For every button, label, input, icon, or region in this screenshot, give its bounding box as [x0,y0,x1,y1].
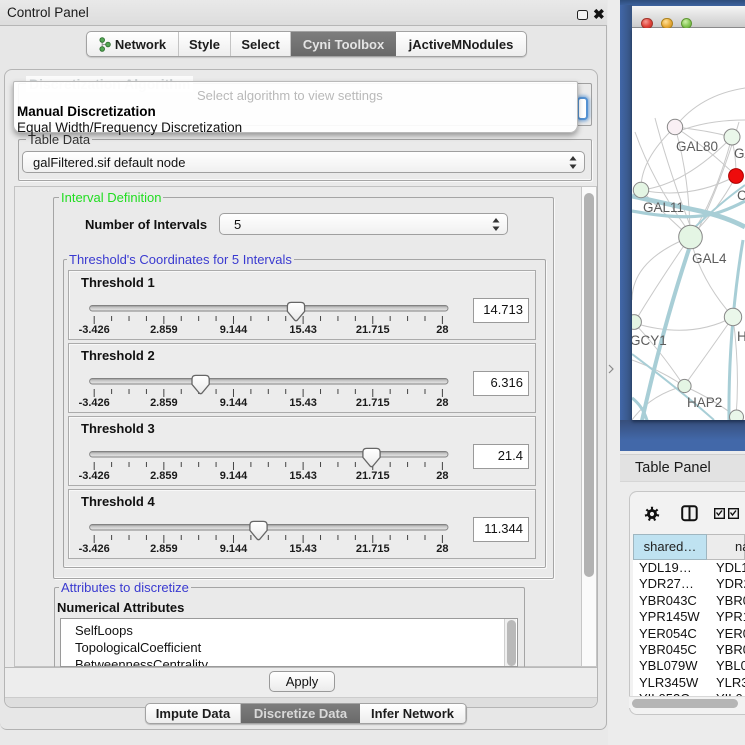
svg-text:GCY1: GCY1 [632,333,667,348]
svg-text:9.144: 9.144 [220,543,248,555]
svg-text:21.715: 21.715 [356,324,390,336]
svg-text:15.43: 15.43 [289,470,317,482]
svg-text:-3.426: -3.426 [79,324,110,336]
svg-text:28: 28 [436,397,448,409]
svg-text:21.715: 21.715 [356,470,390,482]
svg-text:28: 28 [436,324,448,336]
svg-text:-3.426: -3.426 [79,470,110,482]
svg-text:21.715: 21.715 [356,397,390,409]
svg-text:GAL11: GAL11 [643,200,684,215]
svg-text:2.859: 2.859 [150,470,178,482]
svg-text:15.43: 15.43 [289,543,317,555]
svg-text:15.43: 15.43 [289,324,317,336]
svg-text:GAL4: GAL4 [692,251,727,266]
svg-text:GA: GA [734,146,745,161]
svg-text:2.859: 2.859 [150,397,178,409]
svg-text:28: 28 [436,543,448,555]
svg-text:2.859: 2.859 [150,324,178,336]
svg-text:9.144: 9.144 [220,397,248,409]
svg-text:28: 28 [436,470,448,482]
svg-text:-3.426: -3.426 [79,397,110,409]
svg-text:HAP2: HAP2 [687,395,722,410]
svg-text:15.43: 15.43 [289,397,317,409]
svg-text:H: H [737,329,745,344]
svg-text:2.859: 2.859 [150,543,178,555]
svg-text:GAL80: GAL80 [676,139,718,154]
svg-text:9.144: 9.144 [220,470,248,482]
svg-text:C: C [737,188,745,203]
svg-text:21.715: 21.715 [356,543,390,555]
svg-text:-3.426: -3.426 [79,543,110,555]
svg-text:9.144: 9.144 [220,324,248,336]
